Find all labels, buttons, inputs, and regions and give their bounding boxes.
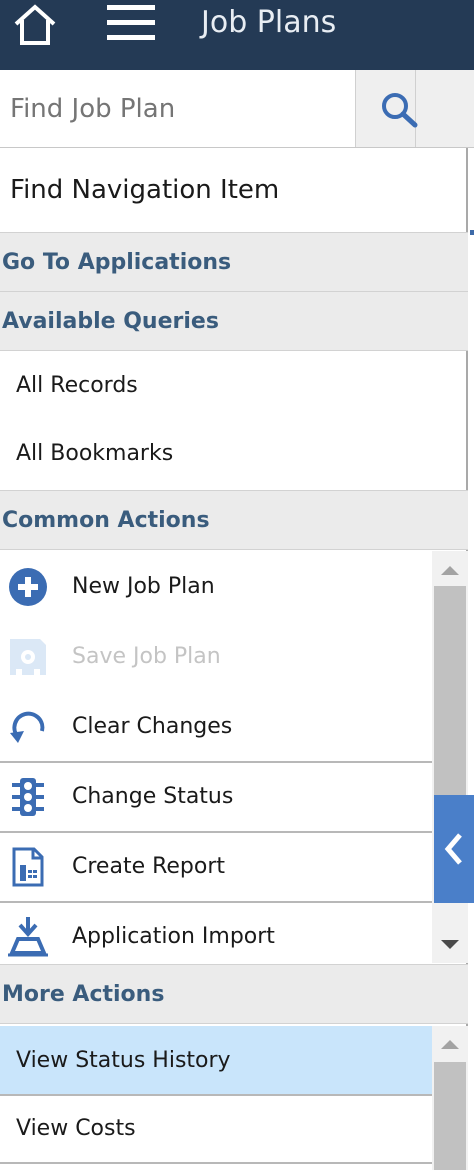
divider [0, 1162, 432, 1164]
home-icon[interactable] [12, 2, 58, 48]
more-action-view-costs[interactable]: View Costs [0, 1094, 432, 1162]
action-label: Change Status [72, 783, 234, 809]
app-title: Job Plans [201, 5, 337, 40]
search-icon[interactable] [378, 89, 420, 131]
action-label: New Job Plan [72, 573, 215, 599]
section-available-queries[interactable]: Available Queries [0, 291, 468, 351]
section-common-actions[interactable]: Common Actions [0, 490, 468, 550]
scroll-up-arrow-icon[interactable] [441, 1040, 459, 1049]
find-navigation-item-input[interactable]: Find Navigation Item [0, 148, 468, 232]
query-item-all-records[interactable]: All Records [0, 351, 468, 419]
search-bar-filler [416, 70, 474, 147]
top-bar: Job Plans [0, 0, 474, 70]
hamburger-menu-icon[interactable] [107, 3, 155, 43]
add-circle-icon [9, 568, 47, 606]
common-actions-scroll-thumb[interactable] [434, 586, 466, 796]
section-go-to-applications[interactable]: Go To Applications [0, 232, 468, 292]
more-action-view-status-history[interactable]: View Status History [0, 1026, 432, 1094]
section-more-actions[interactable]: More Actions [0, 964, 468, 1024]
query-item-all-bookmarks[interactable]: All Bookmarks [0, 419, 468, 487]
action-label: Application Import [72, 923, 275, 949]
traffic-light-icon [12, 778, 44, 816]
save-icon [10, 639, 46, 675]
scroll-up-arrow-icon[interactable] [441, 566, 459, 575]
report-icon [12, 847, 44, 887]
action-save-job-plan: Save Job Plan [0, 621, 432, 691]
action-change-status[interactable]: Change Status [0, 761, 432, 831]
import-icon [8, 917, 48, 957]
action-application-import[interactable]: Application Import [0, 901, 432, 971]
action-label: Clear Changes [72, 713, 233, 739]
action-label: Save Job Plan [72, 643, 221, 669]
chevron-left-icon [444, 833, 462, 865]
more-actions-scroll-thumb[interactable] [434, 1062, 466, 1170]
panel-edge-accent [470, 230, 474, 235]
undo-icon [10, 711, 45, 743]
action-clear-changes[interactable]: Clear Changes [0, 691, 432, 761]
action-create-report[interactable]: Create Report [0, 831, 432, 901]
action-new-job-plan[interactable]: New Job Plan [0, 551, 432, 621]
collapse-panel-button[interactable] [434, 795, 474, 903]
action-label: Create Report [72, 853, 226, 879]
find-job-plan-input[interactable] [0, 70, 355, 147]
scroll-down-arrow-icon[interactable] [441, 940, 459, 949]
